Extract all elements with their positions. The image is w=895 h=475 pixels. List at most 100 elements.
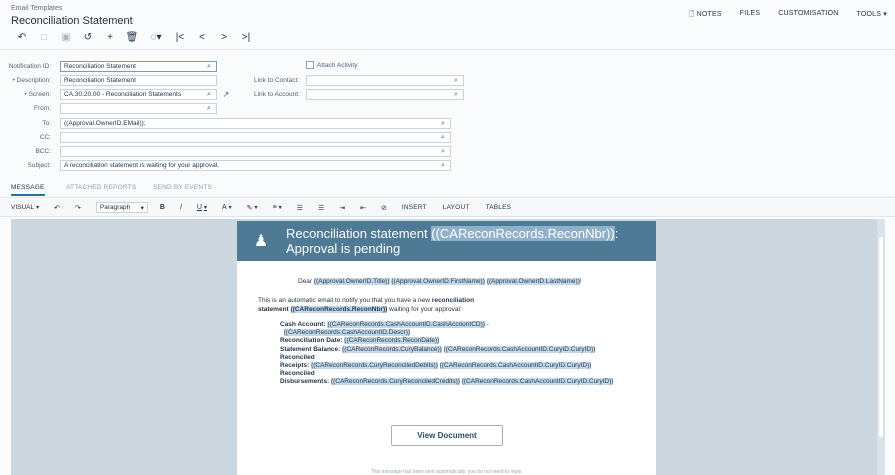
undo-icon[interactable]: ↶ [54,204,60,212]
editor-scrollbar[interactable] [877,219,885,475]
underline-icon[interactable]: U [197,204,207,211]
notification-id-field[interactable]: Reconciliation Statement ⌕ [60,61,217,72]
tables-menu[interactable]: TABLES [486,204,512,211]
greeting: Dear ((Approval.OwnerID.Title)) ((Approv… [298,278,582,285]
previous-icon[interactable]: < [191,30,213,44]
from-row: From: ⌕ [0,103,217,114]
main-toolbar: ↶ □ ▣ ↺ + 🗑 ◌▾ |< < > >| [11,30,257,44]
subject-row: Subject: A reconciliation statement is w… [0,160,451,171]
link-contact-label: Link to Contact: [254,77,300,84]
stamp-icon: ♟ [253,233,269,250]
search-icon[interactable]: ⌕ [205,105,213,113]
to-field[interactable]: ((Approval.OwnerID.EMail)); ⌕ [60,118,451,129]
screen-label: Screen: [0,91,60,98]
open-link-icon[interactable]: ↗ [220,89,232,100]
link-account-field[interactable]: ⌕ [306,89,464,100]
screen-field[interactable]: CA.30.20.00 - Reconciliation Statements … [60,89,217,100]
files-link[interactable]: FILES [740,10,760,21]
to-row: To: ((Approval.OwnerID.EMail)); ⌕ [0,118,451,129]
checkbox-box[interactable] [306,61,314,69]
description-row: Description: Reconciliation Statement [0,75,217,86]
document-icon: 🗋 [688,11,695,18]
italic-icon[interactable]: I [180,204,182,211]
search-icon[interactable]: ⌕ [452,77,460,85]
cc-row: CC: ⌕ [0,132,451,143]
from-field[interactable]: ⌕ [60,103,217,114]
tools-menu[interactable]: TOOLS ▾ [857,10,887,21]
undo-icon[interactable]: ↶ [11,30,33,44]
tab-send-by-events[interactable]: SEND BY EVENTS [153,184,212,191]
tab-message[interactable]: MESSAGE [11,184,45,196]
link-account-row: Link to Account: ⌕ [240,89,464,100]
save-icon[interactable]: □ [33,30,55,44]
copy-paste-icon[interactable]: ◌▾ [143,30,169,44]
visual-mode-menu[interactable]: VISUAL [11,204,39,211]
search-icon[interactable]: ⌕ [205,63,213,71]
delete-icon[interactable]: 🗑 [121,30,143,44]
notes-link[interactable]: 🗋 NOTES [689,10,722,21]
view-document-button[interactable]: View Document [391,425,503,446]
breadcrumb[interactable]: Email Templates [11,5,62,12]
notification-id-label: Notification ID: [8,63,51,70]
to-label: To: [42,120,51,127]
tab-bar: MESSAGE ATTACHED REPORTS SEND BY EVENTS [0,182,895,198]
font-color-icon[interactable]: A [222,204,232,211]
description-label: Description: [0,77,60,84]
notification-id-row: Notification ID: Reconciliation Statemen… [0,61,217,72]
chevron-down-icon: ▾ [140,204,144,212]
subject-field[interactable]: A reconciliation statement is waiting fo… [60,160,451,171]
bold-icon[interactable]: B [160,204,165,211]
align-icon[interactable]: ≡ [273,204,282,211]
search-icon[interactable]: ⌕ [439,134,447,142]
editor-toolbar: VISUAL ↶ ↷ Paragraph▾ B I U A ✎ ≡ ☰ ☰ ⇥ … [0,199,895,217]
add-icon[interactable]: + [99,30,121,44]
page-title: Reconciliation Statement [11,15,133,27]
first-icon[interactable]: |< [169,30,191,44]
cc-field[interactable]: ⌕ [60,132,451,143]
next-icon[interactable]: > [213,30,235,44]
subject-label: Subject: [27,162,52,169]
search-icon[interactable]: ⌕ [205,91,213,99]
from-label: From: [34,105,51,112]
search-icon[interactable]: ⌕ [439,162,447,170]
search-icon[interactable]: ⌕ [439,148,447,156]
layout-menu[interactable]: LAYOUT [443,204,470,211]
redo-icon[interactable]: ↷ [75,204,81,212]
clear-format-icon[interactable]: ⊘ [381,204,387,212]
link-account-label: Link to Account: [254,91,300,98]
top-links: 🗋 NOTES FILES CUSTOMISATION TOOLS ▾ [689,10,887,21]
link-contact-row: Link to Contact: ⌕ [240,75,464,86]
insert-menu[interactable]: INSERT [402,204,427,211]
search-icon[interactable]: ⌕ [439,120,447,128]
page-header: Email Templates Reconciliation Statement… [0,0,895,48]
outdent-icon[interactable]: ⇤ [360,204,366,212]
last-icon[interactable]: >| [235,30,257,44]
attach-activity-row: Attach Activity [306,61,357,69]
customisation-link[interactable]: CUSTOMISATION [778,10,838,21]
statement-details: Cash Account: ((CAReconRecords.CashAccou… [280,321,614,386]
description-field[interactable]: Reconciliation Statement [60,75,217,86]
unordered-list-icon[interactable]: ☰ [318,204,324,212]
ordered-list-icon[interactable]: ☰ [297,204,303,212]
scrollbar-thumb[interactable] [879,237,883,437]
email-header: ♟ Reconciliation statement ((CAReconReco… [237,221,656,261]
tab-attached-reports[interactable]: ATTACHED REPORTS [66,184,136,191]
link-contact-field[interactable]: ⌕ [306,75,464,86]
email-preview[interactable]: ♟ Reconciliation statement ((CAReconReco… [237,221,656,475]
attach-activity-checkbox[interactable]: Attach Activity [306,61,357,69]
cancel-icon[interactable]: ↺ [77,30,99,44]
email-title: Reconciliation statement ((CAReconRecord… [286,226,619,256]
screen-row: Screen: CA.30.20.00 - Reconciliation Sta… [0,89,232,100]
email-footer-note: This message has been sent automatically… [370,469,523,475]
highlight-pen-icon[interactable]: ✎ [247,204,258,212]
header-divider [0,49,895,50]
indent-icon[interactable]: ⇥ [339,204,345,212]
bcc-row: BCC: ⌕ [0,146,451,157]
save-close-icon[interactable]: ▣ [55,30,77,44]
intro-paragraph: This is an automatic email to notify you… [258,297,475,313]
template-form: Notification ID: Reconciliation Statemen… [0,56,895,178]
bcc-field[interactable]: ⌕ [60,146,451,157]
paragraph-format-select[interactable]: Paragraph ▾ [95,202,148,213]
search-icon[interactable]: ⌕ [452,91,460,99]
editor-canvas[interactable]: ♟ Reconciliation statement ((CAReconReco… [11,219,885,475]
